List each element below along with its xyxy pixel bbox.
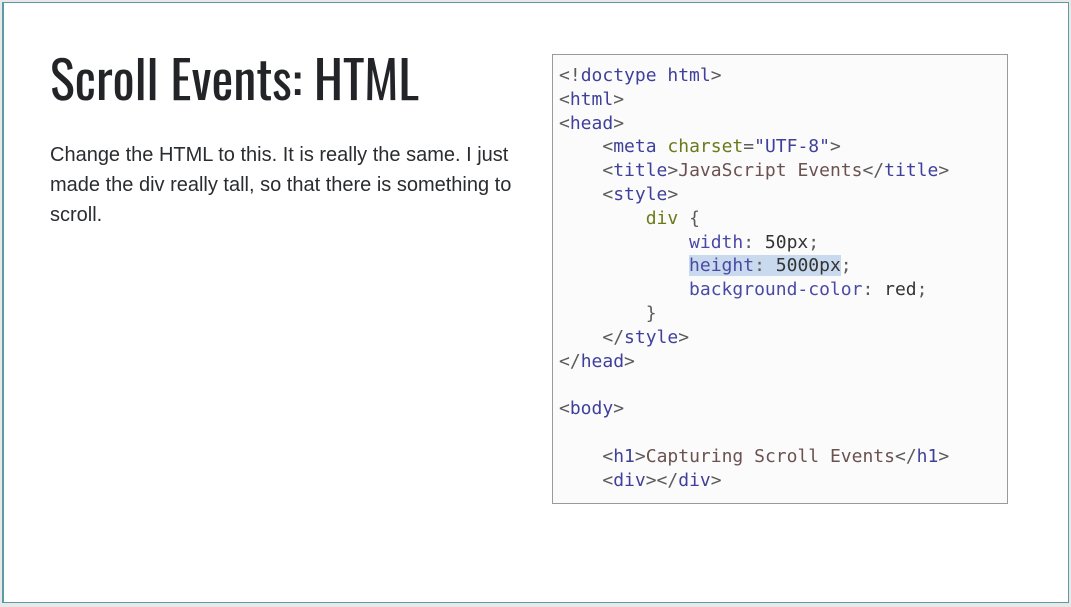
- code-val-height: 5000px: [776, 255, 841, 276]
- code-doctype: doctype html: [581, 65, 711, 86]
- code-title-close: title: [884, 160, 938, 181]
- code-head-open: head: [570, 113, 613, 134]
- code-h1-close: h1: [917, 446, 939, 467]
- code-h1-text: Capturing Scroll Events: [646, 446, 895, 467]
- code-h1-open: h1: [613, 446, 635, 467]
- code-prop-bg: background-color: [689, 279, 862, 300]
- code-title-text: JavaScript Events: [678, 160, 862, 181]
- slide-frame: Scroll Events: HTML Change the HTML to t…: [2, 2, 1069, 603]
- code-meta-val: "UTF-8": [754, 136, 830, 157]
- code-style-open: style: [613, 184, 667, 205]
- code-selector: div: [646, 208, 679, 229]
- slide-body-text: Change the HTML to this. It is really th…: [50, 140, 520, 230]
- code-val-width: 50px: [765, 232, 808, 253]
- code-div-close: div: [678, 470, 711, 491]
- code-meta-attr: charset: [667, 136, 743, 157]
- code-brace-open: {: [689, 208, 700, 229]
- code-panel: <!doctype html> <html> <head> <meta char…: [552, 54, 1008, 504]
- code-title-open: title: [613, 160, 667, 181]
- code-body-open: body: [570, 398, 613, 419]
- code-prop-height: height: [689, 255, 754, 276]
- code-style-close: style: [624, 327, 678, 348]
- code-brace-close: }: [646, 303, 657, 324]
- code-meta: meta: [613, 136, 656, 157]
- code-val-bg: red: [884, 279, 917, 300]
- slide-title: Scroll Events: HTML: [50, 51, 520, 106]
- code-head-close: head: [581, 351, 624, 372]
- code-prop-width: width: [689, 232, 743, 253]
- code-block: <!doctype html> <html> <head> <meta char…: [553, 55, 1007, 492]
- code-div-open: div: [613, 470, 646, 491]
- code-html-open: html: [570, 89, 613, 110]
- left-column: Scroll Events: HTML Change the HTML to t…: [50, 51, 520, 230]
